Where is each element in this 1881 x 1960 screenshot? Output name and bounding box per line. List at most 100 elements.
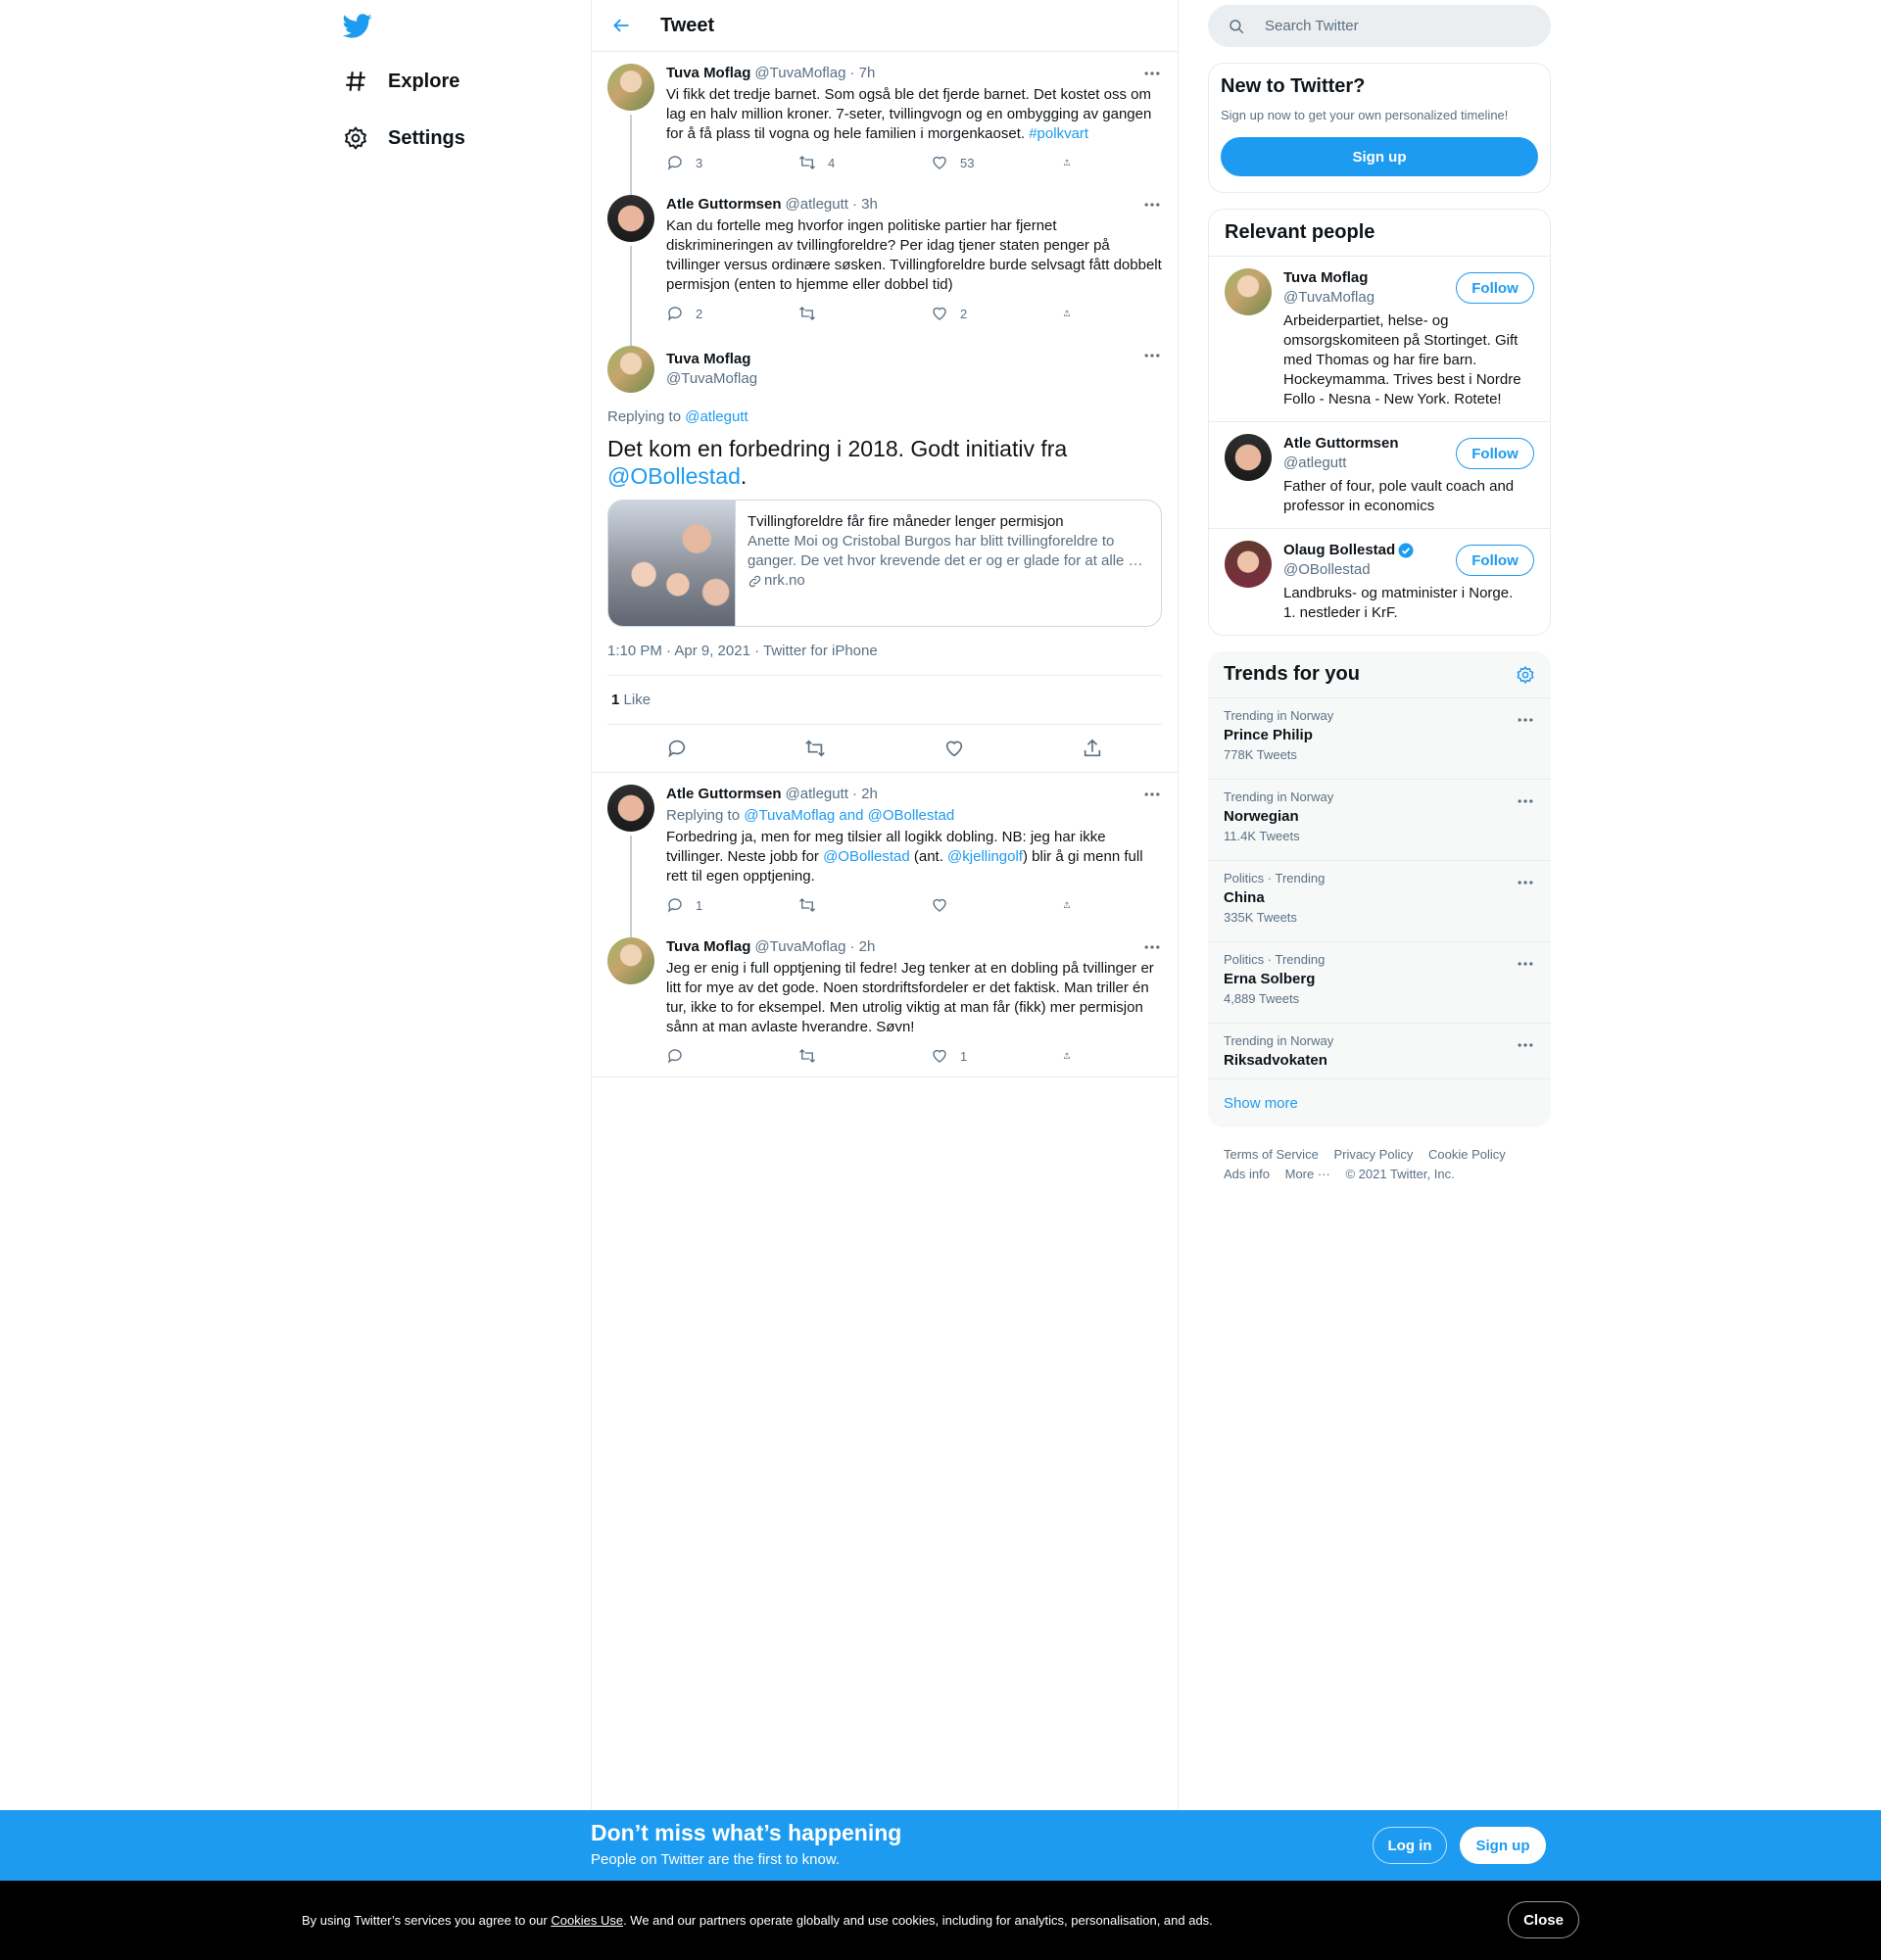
trend-item[interactable]: Trending in Norway Norwegian 11.4K Tweet… — [1208, 780, 1551, 861]
share-button[interactable] — [1063, 896, 1083, 914]
more-options-icon[interactable] — [1142, 195, 1162, 215]
twitter-logo-icon[interactable] — [343, 11, 372, 40]
author-handle[interactable]: @atlegutt — [786, 785, 848, 804]
author-name[interactable]: Atle Guttormsen — [666, 195, 782, 215]
trend-item[interactable]: Trending in Norway Riksadvokaten — [1208, 1024, 1551, 1079]
likes-summary[interactable]: 1 Like — [607, 676, 1162, 725]
author-name[interactable]: Atle Guttormsen — [666, 785, 782, 804]
tweet-time[interactable]: · 2h — [852, 785, 878, 804]
close-button[interactable]: Close — [1508, 1901, 1579, 1938]
like-button[interactable] — [931, 896, 1019, 914]
more-options-icon[interactable] — [1516, 710, 1535, 730]
avatar[interactable] — [1225, 541, 1272, 588]
tweet-time[interactable]: · 3h — [852, 195, 878, 215]
mention-link[interactable]: @kjellingolf — [947, 848, 1023, 865]
retweet-icon[interactable] — [804, 738, 826, 759]
person-name[interactable]: Olaug Bollestad — [1283, 541, 1395, 560]
author-handle[interactable]: @TuvaMoflag — [754, 937, 845, 957]
share-button[interactable] — [1063, 305, 1083, 322]
avatar[interactable] — [1225, 268, 1272, 315]
signup-button[interactable]: Sign up — [1460, 1827, 1546, 1864]
mention-link[interactable]: @OBollestad — [607, 463, 741, 489]
author-name[interactable]: Tuva Moflag — [666, 937, 750, 957]
retweet-button[interactable] — [798, 896, 887, 914]
likes-label: Like — [623, 692, 651, 708]
follow-button[interactable]: Follow — [1456, 545, 1534, 576]
like-button[interactable]: 2 — [931, 305, 1019, 322]
more-options-icon[interactable] — [1142, 346, 1162, 365]
author-handle[interactable]: @TuvaMoflag — [754, 64, 845, 83]
person-item[interactable]: Tuva Moflag @TuvaMoflag Arbeiderpartiet,… — [1209, 257, 1550, 422]
cookie-policy-link[interactable]: Cookie Policy — [1428, 1147, 1506, 1162]
reply-button[interactable]: 3 — [666, 154, 754, 171]
share-button[interactable] — [1063, 1047, 1083, 1065]
author-handle[interactable]: @atlegutt — [786, 195, 848, 215]
more-options-icon[interactable] — [1142, 937, 1162, 957]
more-options-icon[interactable] — [1142, 785, 1162, 804]
heart-icon[interactable] — [943, 738, 965, 759]
more-options-icon[interactable] — [1516, 791, 1535, 811]
like-button[interactable]: 1 — [931, 1047, 1019, 1065]
tweet-text: Det kom en forbedring i 2018. Godt initi… — [607, 435, 1162, 490]
more-options-icon[interactable] — [1516, 1035, 1535, 1055]
more-link[interactable]: More ··· — [1285, 1167, 1330, 1181]
tweet-item[interactable]: Tuva Moflag @TuvaMoflag · 2h Jeg er enig… — [592, 926, 1178, 1076]
replying-mention[interactable]: @atlegutt — [685, 408, 748, 425]
reply-button[interactable]: 1 — [666, 896, 754, 914]
replying-mention[interactable]: @TuvaMoflag and @OBollestad — [744, 807, 954, 824]
avatar[interactable] — [607, 346, 654, 393]
share-icon[interactable] — [1082, 738, 1103, 759]
tweet-item[interactable]: Atle Guttormsen @atlegutt · 2h Replying … — [592, 773, 1178, 955]
nav-explore[interactable]: Explore — [343, 60, 459, 103]
signup-button[interactable]: Sign up — [1221, 137, 1538, 176]
person-item[interactable]: Olaug Bollestad @OBollestad Landbruks- o… — [1209, 529, 1550, 635]
trend-item[interactable]: Politics · Trending Erna Solberg 4,889 T… — [1208, 942, 1551, 1024]
author-name[interactable]: Tuva Moflag — [666, 350, 757, 369]
follow-button[interactable]: Follow — [1456, 438, 1534, 469]
terms-link[interactable]: Terms of Service — [1224, 1147, 1319, 1162]
reply-icon[interactable] — [666, 738, 688, 759]
tweet-time[interactable]: · 7h — [849, 64, 875, 83]
follow-button[interactable]: Follow — [1456, 272, 1534, 304]
avatar[interactable] — [607, 64, 654, 111]
retweet-button[interactable] — [798, 305, 887, 322]
trend-item[interactable]: Trending in Norway Prince Philip 778K Tw… — [1208, 698, 1551, 780]
person-bio: Landbruks- og matminister i Norge. 1. ne… — [1283, 585, 1514, 621]
retweet-button[interactable]: 4 — [798, 154, 887, 171]
privacy-link[interactable]: Privacy Policy — [1333, 1147, 1413, 1162]
avatar[interactable] — [607, 195, 654, 242]
back-arrow-icon[interactable] — [611, 16, 631, 35]
more-options-icon[interactable] — [1516, 954, 1535, 974]
trend-item[interactable]: Politics · Trending China 335K Tweets — [1208, 861, 1551, 942]
avatar[interactable] — [1225, 434, 1272, 481]
avatar[interactable] — [607, 937, 654, 984]
login-button[interactable]: Log in — [1373, 1827, 1447, 1864]
person-item[interactable]: Atle Guttormsen @atlegutt Father of four… — [1209, 422, 1550, 529]
trend-name: Norwegian — [1224, 808, 1299, 825]
ads-info-link[interactable]: Ads info — [1224, 1167, 1270, 1181]
hashtag-link[interactable]: #polkvart — [1029, 125, 1088, 142]
like-button[interactable]: 53 — [931, 154, 1019, 171]
show-more-link[interactable]: Show more — [1208, 1079, 1551, 1127]
more-options-icon[interactable] — [1516, 873, 1535, 892]
tweet-item[interactable]: Atle Guttormsen @atlegutt · 3h Kan du fo… — [592, 183, 1178, 346]
cookies-use-link[interactable]: Cookies Use — [551, 1913, 623, 1928]
share-icon — [1064, 1052, 1070, 1059]
tweet-timestamp[interactable]: 1:10 PM · Apr 9, 2021 · Twitter for iPho… — [607, 643, 1162, 676]
link-card[interactable]: Tvillingforeldre får fire måneder lenger… — [607, 500, 1162, 627]
share-button[interactable] — [1063, 154, 1083, 171]
retweet-button[interactable] — [798, 1047, 887, 1065]
tweet-item[interactable]: Tuva Moflag @TuvaMoflag · 7h Vi fikk det… — [592, 52, 1178, 213]
tweet-time[interactable]: · 2h — [849, 937, 875, 957]
author-name[interactable]: Tuva Moflag — [666, 64, 750, 83]
more-options-icon[interactable] — [1142, 64, 1162, 83]
search-input[interactable]: Search Twitter — [1208, 5, 1551, 47]
author-handle[interactable]: @TuvaMoflag — [666, 369, 757, 389]
tweet-actions: 1 — [666, 1047, 1083, 1065]
avatar[interactable] — [607, 785, 654, 832]
mention-link[interactable]: @OBollestad — [823, 848, 910, 865]
reply-button[interactable]: 2 — [666, 305, 754, 322]
settings-gear-icon[interactable] — [1516, 665, 1535, 685]
reply-button[interactable] — [666, 1047, 754, 1065]
nav-settings[interactable]: Settings — [343, 117, 465, 160]
